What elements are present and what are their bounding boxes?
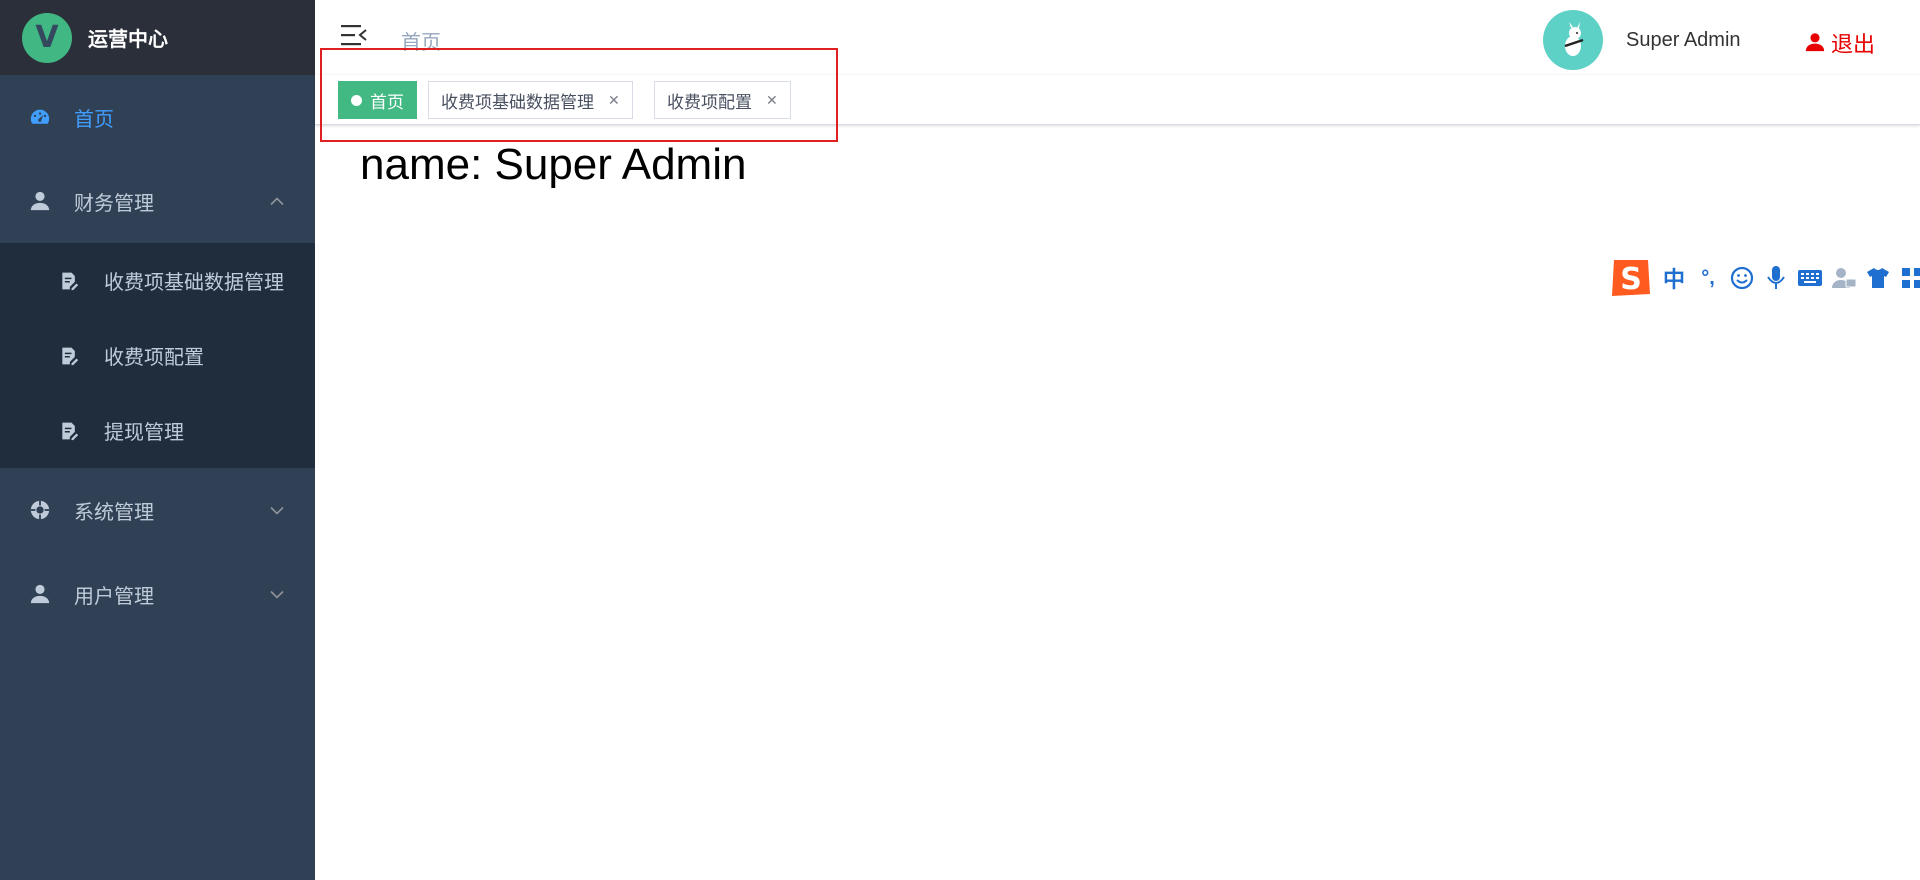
sidebar-item-label: 用户管理 [74, 585, 154, 608]
close-icon[interactable]: ✕ [608, 92, 620, 109]
logo-icon: V [22, 12, 72, 63]
sidebar-item-system[interactable]: 系统管理 [0, 468, 315, 552]
tag-fee-base-data[interactable]: 收费项基础数据管理 ✕ [428, 81, 633, 119]
submenu-finance: 收费项基础数据管理 收费项配置 提现管理 [0, 243, 315, 468]
logo-bar[interactable]: V 运营中心 [0, 0, 315, 75]
hamburger-icon[interactable] [341, 24, 367, 50]
username: Super Admin [1626, 29, 1741, 51]
sidebar-item-label: 首页 [74, 108, 114, 131]
ime-mode[interactable]: 中 [1660, 263, 1688, 293]
ime-toolbar: S 中 °, [1608, 256, 1920, 300]
grid-menu-icon[interactable] [1898, 263, 1920, 293]
logo-letter: V [35, 20, 59, 55]
edit-document-icon [58, 345, 80, 367]
sidebar-item-label: 收费项基础数据管理 [104, 272, 284, 294]
tag-fee-config[interactable]: 收费项配置 ✕ [654, 81, 791, 119]
user-skin-icon[interactable] [1830, 263, 1858, 293]
sidebar-item-label: 收费项配置 [104, 347, 204, 369]
tags-view: 首页 收费项基础数据管理 ✕ 收费项配置 ✕ [315, 75, 1920, 125]
user-icon [28, 582, 52, 606]
sogou-logo-icon[interactable]: S [1608, 256, 1654, 300]
svg-text:S: S [1620, 262, 1642, 297]
chevron-up-icon [269, 190, 285, 213]
tag-label: 收费项配置 [667, 92, 752, 112]
microphone-icon[interactable] [1762, 263, 1790, 293]
sidebar-item-label: 提现管理 [104, 422, 184, 444]
sidebar-item-fee-config[interactable]: 收费项配置 [0, 318, 315, 393]
tag-label: 收费项基础数据管理 [441, 92, 594, 112]
sidebar-item-fee-base-data[interactable]: 收费项基础数据管理 [0, 243, 315, 318]
active-dot-icon [351, 94, 362, 106]
navbar: 首页 Super Admin 退出 [315, 0, 1920, 75]
sidebar-item-label: 财务管理 [74, 192, 154, 215]
breadcrumb[interactable]: 首页 [401, 26, 441, 55]
chevron-down-icon [269, 583, 285, 606]
sidebar-item-label: 系统管理 [74, 501, 154, 524]
edit-document-icon [58, 420, 80, 442]
app-title: 运营中心 [88, 29, 168, 51]
logout-button[interactable]: 退出 [1805, 27, 1875, 59]
dashboard-icon [28, 105, 52, 129]
logout-label: 退出 [1831, 32, 1876, 57]
app-root: V 运营中心 首页 财务管理 收费项基础数据管理 收费项配置 提现管理 系统管理… [0, 0, 1920, 880]
tag-home[interactable]: 首页 [338, 81, 417, 119]
dashboard-text: name: Super Admin [360, 140, 747, 189]
user-icon [28, 189, 52, 213]
avatar[interactable] [1543, 10, 1603, 70]
sidebar-item-users[interactable]: 用户管理 [0, 552, 315, 636]
user-icon [1805, 32, 1827, 54]
emoji-icon[interactable] [1728, 263, 1756, 293]
keyboard-icon[interactable] [1796, 263, 1824, 293]
tag-label: 首页 [370, 92, 404, 112]
chevron-down-icon [269, 499, 285, 522]
ime-punct[interactable]: °, [1694, 263, 1722, 293]
sidebar: V 运营中心 首页 财务管理 收费项基础数据管理 收费项配置 提现管理 系统管理… [0, 0, 315, 880]
sidebar-item-home[interactable]: 首页 [0, 75, 315, 159]
sidebar-item-withdraw[interactable]: 提现管理 [0, 393, 315, 468]
sidebar-item-finance[interactable]: 财务管理 [0, 159, 315, 243]
edit-document-icon [58, 270, 80, 292]
shirt-icon[interactable] [1864, 263, 1892, 293]
close-icon[interactable]: ✕ [766, 92, 778, 109]
settings-icon [28, 498, 52, 522]
